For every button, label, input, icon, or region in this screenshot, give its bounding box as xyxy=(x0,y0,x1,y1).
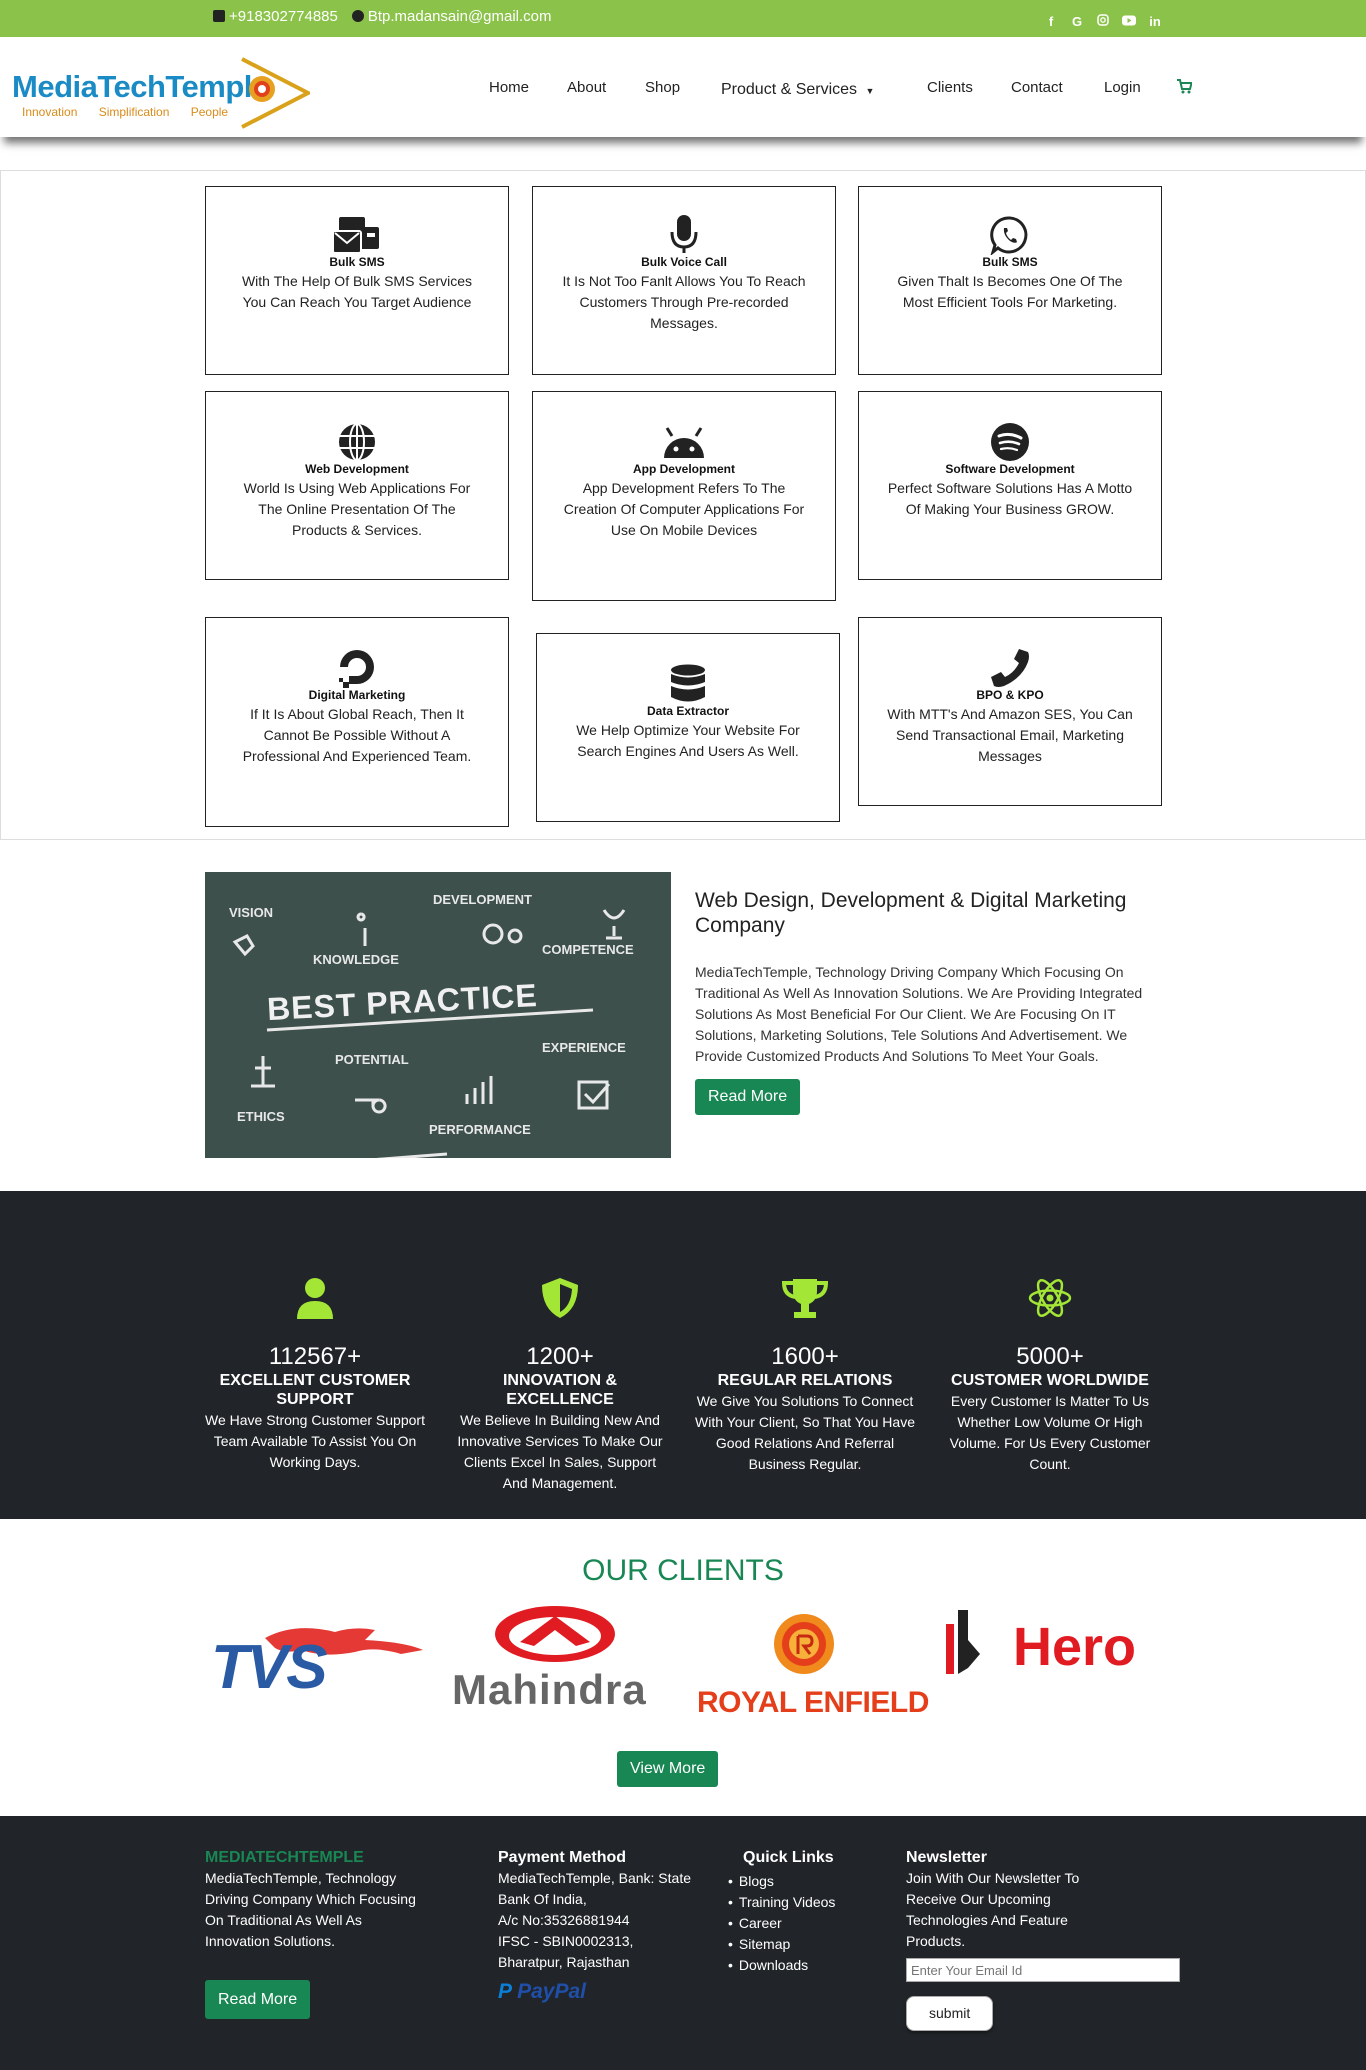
logo-mark-icon xyxy=(241,57,310,129)
footer-payment-line: A/c No:35326881944 xyxy=(498,1912,630,1928)
site-header: MediaTechTemple Innovation Simplificatio… xyxy=(0,37,1366,137)
footer-brand-desc: MediaTechTemple, Technology Driving Comp… xyxy=(205,1870,416,1949)
nav-product-services-dropdown[interactable]: Product & Services ▼ xyxy=(721,81,874,99)
site-footer: MEDIATECHTEMPLE MediaTechTemple, Technol… xyxy=(0,1816,1366,2070)
hero-emblem-icon xyxy=(946,1610,980,1674)
footer-payment-line: Bharatpur, Rajasthan xyxy=(498,1954,630,1970)
client-logo-hero[interactable]: Hero xyxy=(940,1602,1160,1722)
footer-payment-line: MediaTechTemple, Bank: State Bank Of Ind… xyxy=(498,1870,691,1907)
caret-down-icon: ▼ xyxy=(865,86,875,96)
service-card-bulk-sms[interactable]: Bulk SMS With The Help Of Bulk SMS Servi… xyxy=(205,186,509,375)
footer-newsletter-desc: Join With Our Newsletter To Receive Our … xyxy=(906,1870,1080,1949)
digitalocean-icon xyxy=(333,648,381,688)
service-card-bulk-sms-whatsapp[interactable]: Bulk SMS Given Thalt Is Becomes One Of T… xyxy=(858,186,1162,375)
google-icon[interactable]: G xyxy=(1070,14,1084,29)
footer-brand: MEDIATECHTEMPLE xyxy=(205,1849,364,1866)
service-card-app-development[interactable]: App Development App Development Refers T… xyxy=(532,391,836,601)
nav-login[interactable]: Login xyxy=(1104,79,1141,96)
stat-relations: 1600+ REGULAR RELATIONS We Give You Solu… xyxy=(695,1277,915,1475)
nav-about[interactable]: About xyxy=(567,79,606,96)
footer-payment: Payment Method MediaTechTemple, Bank: St… xyxy=(498,1848,723,2002)
newsletter-email-input[interactable] xyxy=(906,1958,1180,1982)
nav-home[interactable]: Home xyxy=(489,79,529,96)
footer-link-downloads[interactable]: Downloads xyxy=(728,1955,878,1976)
service-card-bulk-voice-call[interactable]: Bulk Voice Call It Is Not Too Fanlt Allo… xyxy=(532,186,836,375)
about-heading: Web Design, Development & Digital Market… xyxy=(695,889,1127,937)
footer-link-training-videos[interactable]: Training Videos xyxy=(728,1892,878,1913)
services-section: Bulk SMS With The Help Of Bulk SMS Servi… xyxy=(0,170,1366,840)
facebook-icon[interactable]: f xyxy=(1044,14,1058,29)
service-card-web-development[interactable]: Web Development World Is Using Web Appli… xyxy=(205,391,509,580)
footer-links-title: Quick Links xyxy=(743,1849,834,1866)
newsletter-submit-button[interactable]: submit xyxy=(906,1996,994,2031)
email-link[interactable]: Btp.madansain@gmail.com xyxy=(351,8,552,25)
client-logo-mahindra[interactable]: Mahindra xyxy=(448,1602,672,1722)
instagram-icon[interactable] xyxy=(1096,14,1110,29)
service-card-software-development[interactable]: Software Development Perfect Software So… xyxy=(858,391,1162,580)
globe-icon xyxy=(333,422,381,462)
android-icon xyxy=(660,422,708,462)
stats-section: 112567+ EXCELLENT CUSTOMER SUPPORT We Ha… xyxy=(0,1191,1366,1519)
footer-link-career[interactable]: Career xyxy=(728,1913,878,1934)
about-body: MediaTechTemple, Technology Driving Comp… xyxy=(695,964,1143,1064)
footer-payment-line: IFSC - SBIN0002313, xyxy=(498,1933,634,1949)
user-icon xyxy=(205,1277,425,1321)
cart-icon[interactable] xyxy=(1176,79,1193,98)
trophy-icon xyxy=(695,1277,915,1321)
phone-handset-icon xyxy=(986,648,1034,688)
paypal-icon: P xyxy=(498,1980,512,2003)
footer-quick-links: Quick Links Blogs Training Videos Career… xyxy=(728,1848,878,1976)
shield-icon xyxy=(450,1277,670,1321)
youtube-icon[interactable] xyxy=(1122,14,1136,29)
phone-link[interactable]: +918302774885 xyxy=(213,8,338,25)
footer-link-sitemap[interactable]: Sitemap xyxy=(728,1934,878,1955)
footer-newsletter-title: Newsletter xyxy=(906,1849,987,1866)
service-card-bpo-kpo[interactable]: BPO & KPO With MTT's And Amazon SES, You… xyxy=(858,617,1162,806)
about-section: Web Design, Development & Digital Market… xyxy=(695,888,1165,1115)
contact-info: +918302774885 Btp.madansain@gmail.com xyxy=(213,8,552,25)
nav-contact[interactable]: Contact xyxy=(1011,79,1063,96)
service-card-digital-marketing[interactable]: Digital Marketing If It Is About Global … xyxy=(205,617,509,827)
footer-link-blogs[interactable]: Blogs xyxy=(728,1871,878,1892)
react-icon xyxy=(940,1277,1160,1321)
microphone-icon xyxy=(660,215,708,255)
stat-worldwide: 5000+ CUSTOMER WORLDWIDE Every Customer … xyxy=(940,1277,1160,1475)
client-logo-tvs[interactable]: TVS xyxy=(205,1602,425,1722)
client-logo-royal-enfield[interactable]: ROYAL ENFIELD xyxy=(695,1602,929,1722)
footer-newsletter: Newsletter Join With Our Newsletter To R… xyxy=(906,1848,1196,2031)
footer-read-more-button[interactable]: Read More xyxy=(205,1980,311,2019)
nav-shop[interactable]: Shop xyxy=(645,79,680,96)
top-bar: +918302774885 Btp.madansain@gmail.com f … xyxy=(0,0,1366,37)
clients-title: OUR CLIENTS xyxy=(582,1554,784,1587)
social-links: f G in xyxy=(1044,14,1162,29)
footer-about: MEDIATECHTEMPLE MediaTechTemple, Technol… xyxy=(205,1848,430,2019)
clients-view-more-button[interactable]: View More xyxy=(617,1751,719,1787)
spotify-icon xyxy=(986,422,1034,462)
stat-innovation: 1200+ INNOVATION & EXCELLENCE We Believe… xyxy=(450,1277,670,1494)
whatsapp-icon xyxy=(986,215,1034,255)
phone-icon xyxy=(213,10,225,22)
linkedin-icon[interactable]: in xyxy=(1148,14,1162,29)
sms-icon xyxy=(333,215,381,255)
footer-payment-title: Payment Method xyxy=(498,1849,627,1866)
nav-clients[interactable]: Clients xyxy=(927,79,973,96)
database-icon xyxy=(664,664,712,704)
stat-customer-support: 112567+ EXCELLENT CUSTOMER SUPPORT We Ha… xyxy=(205,1277,425,1473)
best-practice-image: VISION DEVELOPMENT KNOWLEDGE COMPETENCE … xyxy=(205,872,671,1158)
service-card-data-extractor[interactable]: Data Extractor We Help Optimize Your Web… xyxy=(536,633,840,822)
site-logo[interactable]: MediaTechTemple Innovation Simplificatio… xyxy=(12,55,312,135)
about-read-more-button[interactable]: Read More xyxy=(695,1079,801,1115)
messenger-icon xyxy=(351,10,364,22)
paypal-logo: P PayPal xyxy=(498,1980,586,2003)
